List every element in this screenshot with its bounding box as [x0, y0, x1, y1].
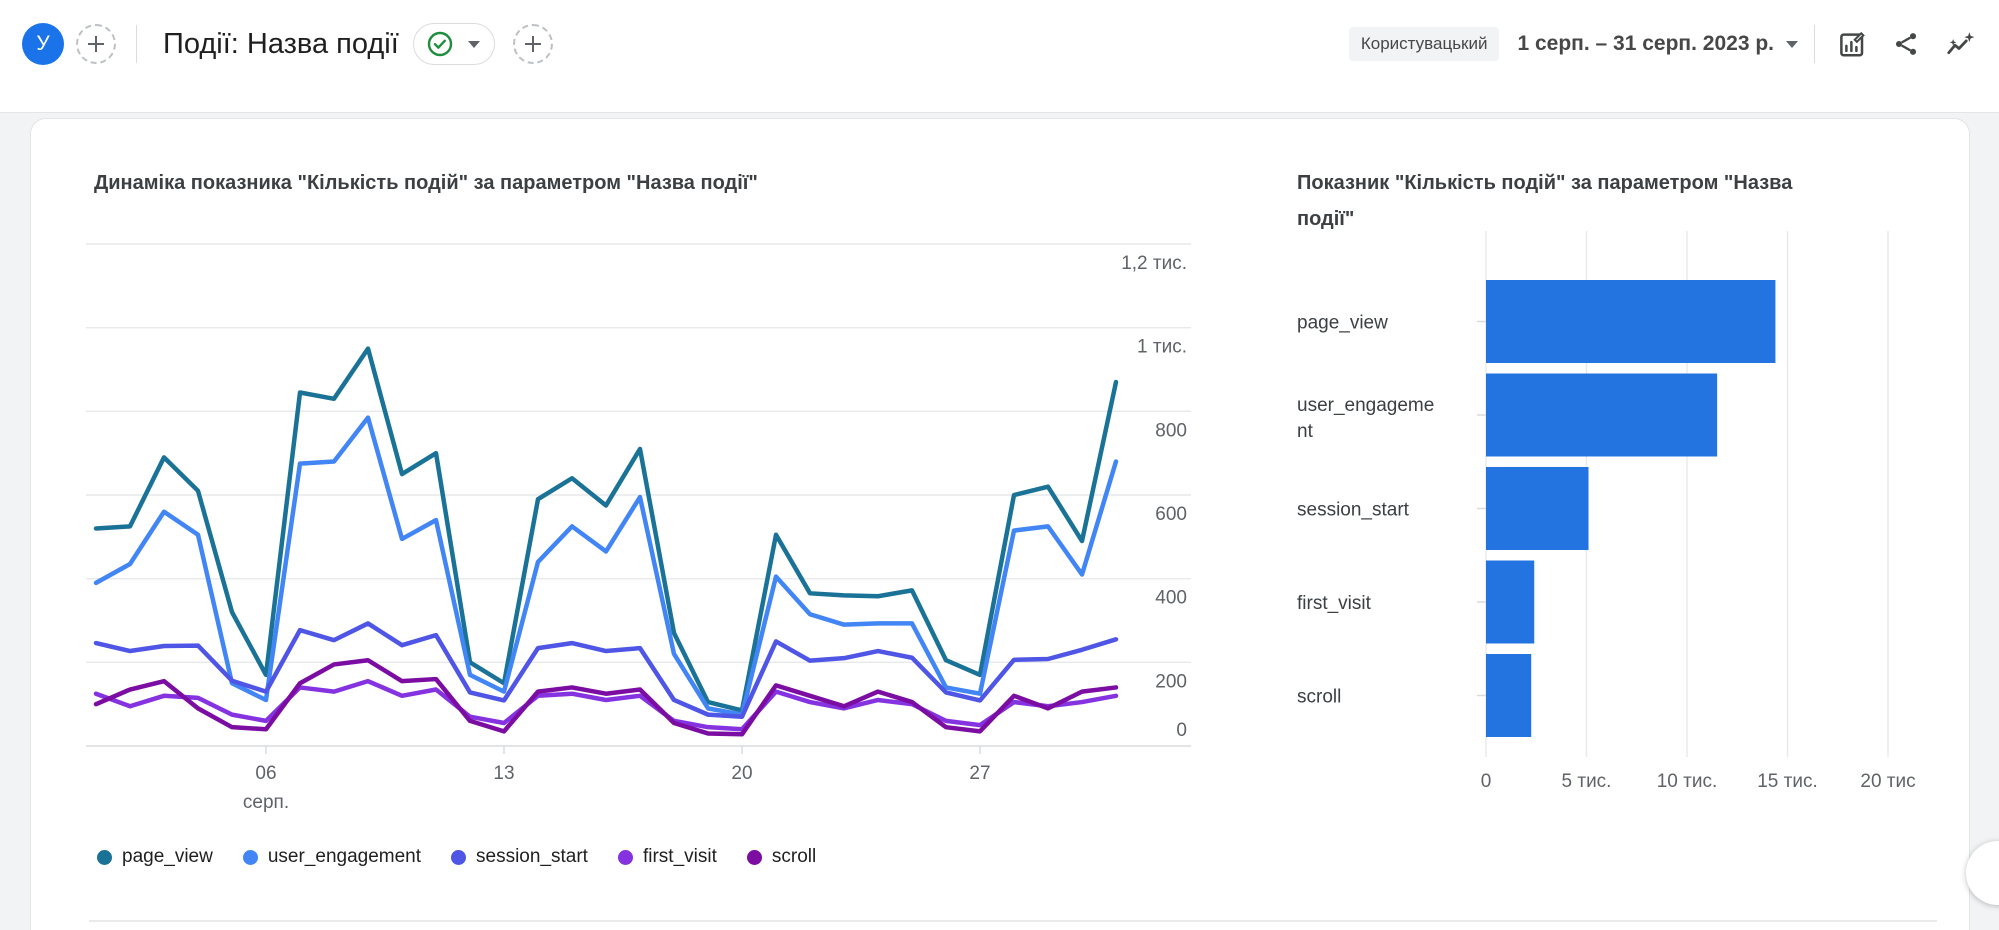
- svg-text:400: 400: [1155, 588, 1187, 609]
- svg-text:1 тис.: 1 тис.: [1137, 337, 1187, 358]
- charts-card: Динаміка показника "Кількість подій" за …: [30, 118, 1970, 930]
- svg-text:13: 13: [493, 763, 514, 784]
- chevron-down-icon: [467, 40, 480, 48]
- header-divider: [1814, 25, 1815, 63]
- line-chart-plot-area[interactable]: [96, 244, 1116, 746]
- legend-item-first_visit: first_visit: [617, 846, 717, 868]
- date-range-selector[interactable]: 1 серп. – 31 серп. 2023 р.: [1517, 32, 1798, 56]
- chevron-down-icon: [1786, 40, 1798, 48]
- legend-label: session_start: [476, 846, 588, 867]
- legend-label: page_view: [122, 846, 213, 867]
- report-status-dropdown[interactable]: [412, 23, 495, 65]
- bar-chart-bars: page_view user_engagement session_startfir…: [1297, 280, 1776, 737]
- svg-text:10 тис.: 10 тис.: [1657, 771, 1718, 792]
- plus-icon: [88, 36, 104, 52]
- user_engagement-legend-dot: [242, 849, 258, 865]
- legend-item-session_start: session_start: [451, 846, 588, 868]
- scroll-legend-dot: [746, 849, 762, 865]
- legend-item-page_view: page_view: [97, 846, 213, 868]
- customize-report-button[interactable]: [1831, 23, 1873, 65]
- section-divider: [89, 920, 1937, 922]
- svg-text:серп.: серп.: [243, 792, 289, 813]
- line-chart-legend: page_view user_engagement session_start fir…: [97, 846, 816, 868]
- svg-text:1,2 тис.: 1,2 тис.: [1121, 253, 1187, 274]
- legend-label: first_visit: [642, 846, 717, 867]
- session_start-legend-dot: [451, 849, 467, 865]
- page_view-legend-dot: [97, 849, 112, 865]
- bar-page_view[interactable]: [1486, 280, 1776, 363]
- header-divider: [136, 25, 137, 63]
- bar-user_engagement[interactable]: [1486, 373, 1718, 457]
- segment-avatar[interactable]: У: [22, 23, 64, 65]
- legend-label: scroll: [771, 846, 817, 867]
- legend-item-user_engagement: user_engagement: [242, 846, 422, 868]
- date-range-text: 1 серп. – 31 серп. 2023 р.: [1517, 32, 1774, 55]
- page-title: Події: Назва події: [163, 27, 399, 60]
- bar-session_start[interactable]: [1486, 467, 1589, 550]
- svg-text:0: 0: [1176, 720, 1187, 741]
- svg-text:20 тис: 20 тис: [1860, 771, 1915, 792]
- svg-text:first_visit: first_visit: [1297, 593, 1372, 614]
- svg-text:0: 0: [1481, 771, 1492, 792]
- add-comparison-button[interactable]: [76, 24, 116, 64]
- svg-text:200: 200: [1155, 671, 1187, 692]
- svg-text:scroll: scroll: [1297, 687, 1341, 708]
- line-chart-x-axis: 06 серп. 13 20 27: [243, 746, 991, 813]
- bar-first_visit[interactable]: [1486, 560, 1535, 644]
- legend-label: user_engagement: [267, 846, 422, 867]
- bar-scroll[interactable]: [1486, 654, 1532, 737]
- plus-icon: [524, 36, 541, 52]
- svg-text:06: 06: [255, 763, 276, 784]
- svg-text:page_view: page_view: [1297, 313, 1388, 334]
- share-icon: [1895, 33, 1917, 55]
- first_visit-legend-dot: [617, 849, 633, 865]
- share-report-button[interactable]: [1885, 23, 1927, 65]
- ga4-report-page: У Події: Назва події Користувацький 1 се…: [0, 0, 1999, 930]
- svg-text:600: 600: [1155, 504, 1187, 525]
- green-check-icon: [427, 31, 452, 57]
- report-header: У Події: Назва події Користувацький 1 се…: [0, 0, 1999, 113]
- insights-icon: [1947, 32, 1975, 55]
- svg-text:nt: nt: [1297, 421, 1314, 442]
- legend-item-scroll: scroll: [746, 846, 817, 868]
- svg-text:27: 27: [969, 763, 990, 784]
- svg-text:5 тис.: 5 тис.: [1562, 771, 1612, 792]
- insights-button[interactable]: [1939, 23, 1981, 65]
- svg-text:user_engageme: user_engageme: [1297, 395, 1434, 416]
- custom-report-badge: Користувацький: [1348, 27, 1500, 61]
- add-report-tab-button[interactable]: [512, 24, 553, 64]
- svg-text:session_start: session_start: [1297, 500, 1410, 521]
- edit-chart-icon: [1840, 31, 1865, 57]
- svg-text:15 тис.: 15 тис.: [1757, 771, 1818, 792]
- svg-text:800: 800: [1155, 420, 1187, 441]
- svg-text:20: 20: [731, 763, 752, 784]
- charts-canvas: 0 200 400 600 800 1 тис. 1,2 тис. 06 серп. 13 20 27…: [86, 231, 1916, 813]
